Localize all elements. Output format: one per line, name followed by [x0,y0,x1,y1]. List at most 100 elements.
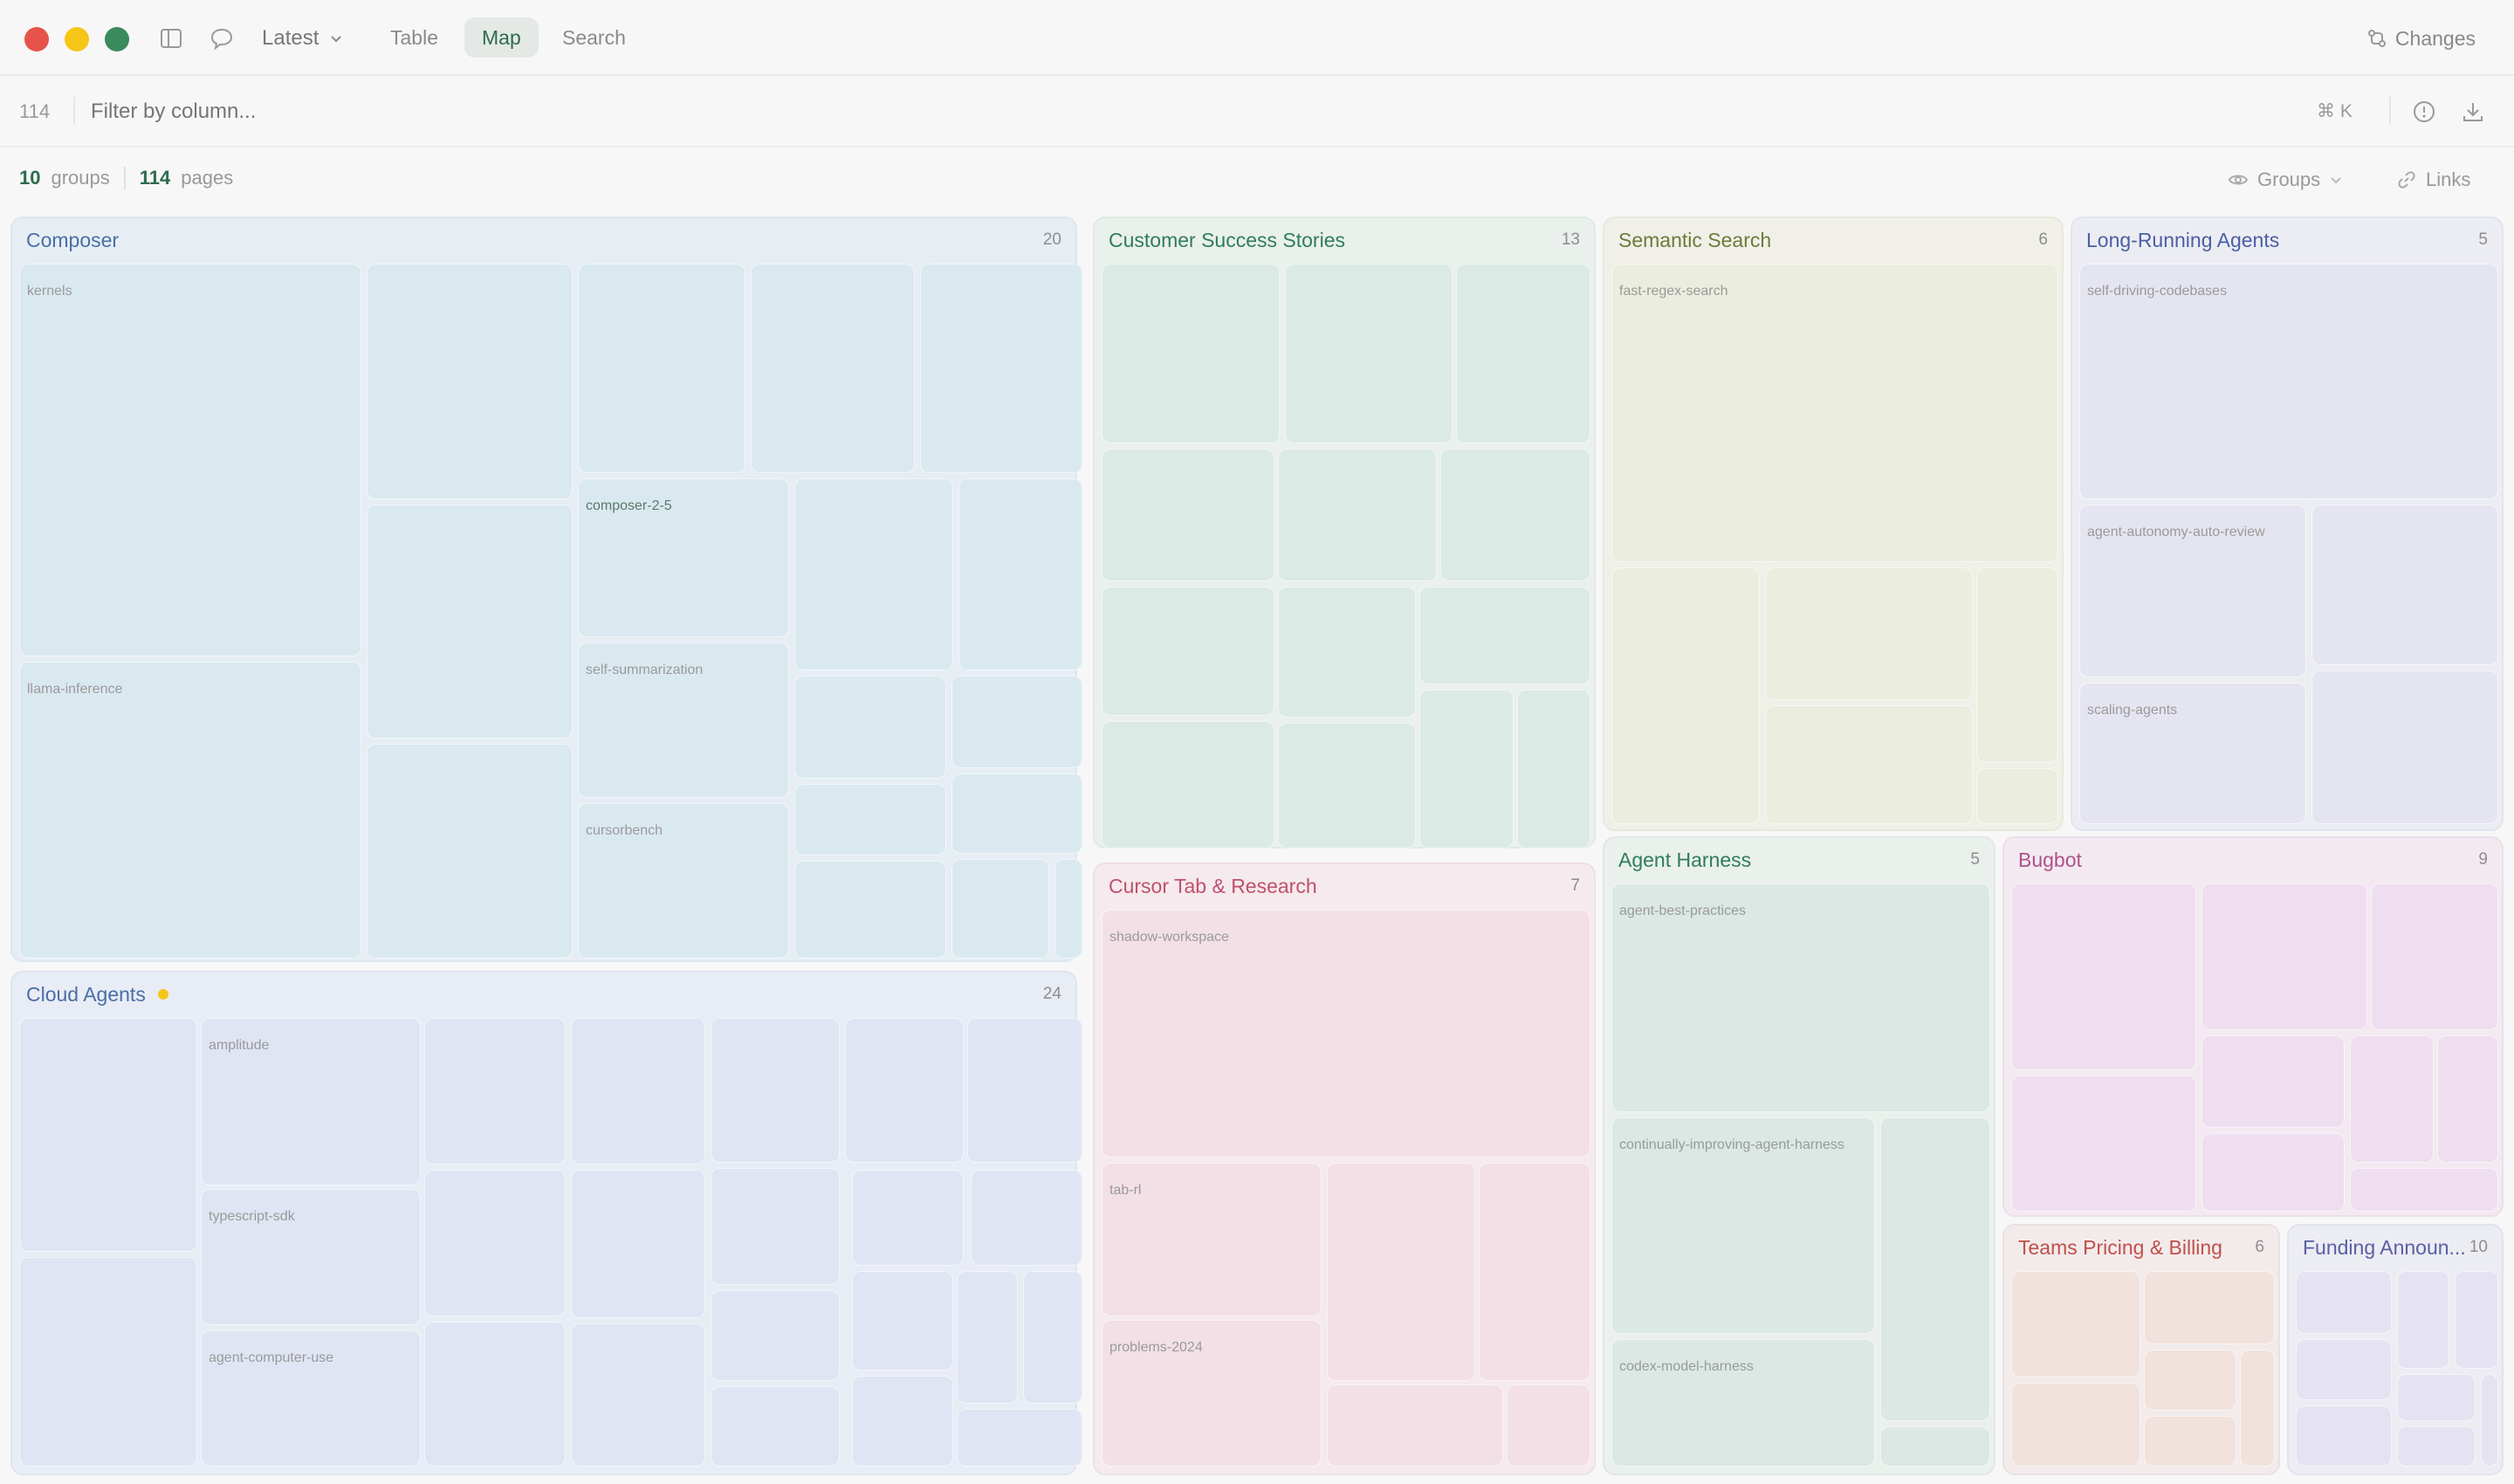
group-title[interactable]: Bugbot [2018,848,2082,872]
treemap-tile[interactable] [2240,1350,2275,1467]
download-icon[interactable] [2460,99,2486,125]
treemap-tile[interactable] [578,264,745,473]
treemap-tile[interactable] [2011,883,2196,1070]
treemap-tile[interactable] [2011,1271,2140,1378]
treemap-tile[interactable]: fast-regex-search [1611,264,2058,562]
treemap-tile[interactable] [1054,859,1082,958]
treemap-tile[interactable] [967,1018,1082,1163]
treemap-tile[interactable] [957,1409,1082,1467]
treemap-tile[interactable] [424,1322,566,1467]
treemap-tile[interactable] [424,1018,566,1165]
treemap-tile[interactable]: agent-autonomy-auto-review [2079,505,2306,677]
version-dropdown[interactable]: Latest [262,21,345,56]
group-title[interactable]: Semantic Search [1618,229,1771,252]
treemap-tile[interactable] [1102,587,1274,716]
treemap-tile[interactable]: shadow-workspace [1102,910,1590,1158]
treemap-tile[interactable] [2397,1271,2449,1369]
treemap-tile[interactable] [367,505,573,739]
treemap-tile[interactable] [1880,1426,1990,1467]
treemap-tile[interactable] [2201,1035,2345,1128]
treemap-tile[interactable] [1419,690,1514,848]
treemap-tile[interactable] [571,1323,705,1467]
tab-search[interactable]: Search [545,17,643,58]
treemap-tile[interactable] [711,1386,840,1467]
treemap-tile[interactable] [794,784,946,855]
tab-table[interactable]: Table [373,17,456,58]
treemap-tile[interactable] [951,773,1082,854]
treemap-tile[interactable] [1976,768,2058,824]
treemap-tile[interactable] [794,861,946,958]
group-title[interactable]: Long-Running Agents [2086,229,2279,252]
treemap-tile[interactable]: self-summarization [578,642,789,798]
treemap-tile[interactable] [2144,1271,2275,1344]
treemap-tile[interactable] [1765,705,1973,824]
treemap-tile[interactable] [1880,1117,1990,1421]
treemap-tile[interactable] [1419,587,1590,684]
group-title[interactable]: Cloud Agents [26,983,146,1007]
treemap-tile[interactable] [971,1170,1082,1266]
treemap-tile[interactable] [1440,449,1590,581]
treemap-tile[interactable] [1479,1163,1590,1381]
groups-dropdown[interactable]: Groups [2228,165,2343,195]
treemap-tile[interactable] [2455,1271,2498,1369]
treemap-tile[interactable] [711,1290,840,1381]
treemap-tile[interactable] [1102,264,1280,443]
treemap-tile[interactable] [2371,883,2498,1030]
treemap-tile[interactable] [845,1018,964,1163]
links-button[interactable]: Links [2396,165,2470,195]
group-title[interactable]: Customer Success Stories [1109,229,1345,252]
treemap-tile[interactable] [571,1170,705,1318]
treemap-tile[interactable] [2144,1350,2236,1411]
treemap-tile[interactable]: self-driving-codebases [2079,264,2498,499]
treemap-tile[interactable] [367,744,573,958]
treemap-tile[interactable] [367,264,573,499]
treemap-tile[interactable] [1456,264,1590,443]
treemap-tile[interactable] [2311,505,2498,665]
treemap-tile[interactable] [1102,449,1274,581]
group-title[interactable]: Funding Announ... [2303,1236,2466,1260]
group-title[interactable]: Agent Harness [1618,848,1751,872]
treemap-tile[interactable] [1327,1163,1475,1381]
treemap-tile[interactable] [424,1170,566,1316]
treemap-tile[interactable] [2296,1405,2392,1467]
treemap-tile[interactable]: continually-improving-agent-harness [1611,1117,1875,1334]
treemap-tile[interactable] [852,1170,964,1266]
treemap-tile[interactable] [852,1376,953,1467]
close-window-button[interactable] [24,27,49,52]
treemap-tile[interactable]: scaling-agents [2079,683,2306,824]
treemap-tile[interactable] [1278,587,1416,718]
info-icon[interactable] [2411,99,2437,125]
treemap-tile[interactable] [2011,1383,2140,1467]
treemap-tile[interactable] [958,478,1082,670]
sidebar-toggle-icon[interactable] [157,24,185,52]
treemap-tile[interactable]: kernels [19,264,361,656]
treemap-tile[interactable] [1765,567,1973,700]
treemap-tile[interactable] [711,1168,840,1285]
treemap-tile[interactable] [2144,1416,2236,1467]
maximize-window-button[interactable] [105,27,129,52]
treemap-tile[interactable] [957,1271,1018,1404]
treemap-tile[interactable]: llama-inference [19,662,361,958]
treemap-tile[interactable] [1976,567,2058,763]
treemap-tile[interactable]: cursorbench [578,803,789,958]
tab-map[interactable]: Map [464,17,539,58]
treemap-tile[interactable] [1102,721,1274,848]
treemap-tile[interactable]: typescript-sdk [201,1189,421,1325]
treemap-tile[interactable] [794,478,953,670]
treemap-tile[interactable] [951,859,1049,958]
treemap-tile[interactable] [2397,1426,2476,1467]
treemap-tile[interactable] [1023,1271,1082,1404]
treemap-tile[interactable] [19,1018,197,1252]
treemap-tile[interactable]: composer-2-5 [578,478,789,637]
treemap-tile[interactable] [2311,670,2498,824]
treemap-tile[interactable] [1507,1384,1590,1467]
treemap-tile[interactable] [2296,1271,2392,1334]
treemap-tile[interactable] [1285,264,1453,443]
treemap-tile[interactable] [1278,449,1437,581]
treemap-tile[interactable] [951,676,1082,768]
group-title[interactable]: Composer [26,229,119,252]
treemap-tile[interactable]: amplitude [201,1018,421,1185]
treemap-tile[interactable] [920,264,1082,473]
treemap-tile[interactable] [2201,883,2367,1030]
treemap-tile[interactable] [2350,1168,2498,1212]
